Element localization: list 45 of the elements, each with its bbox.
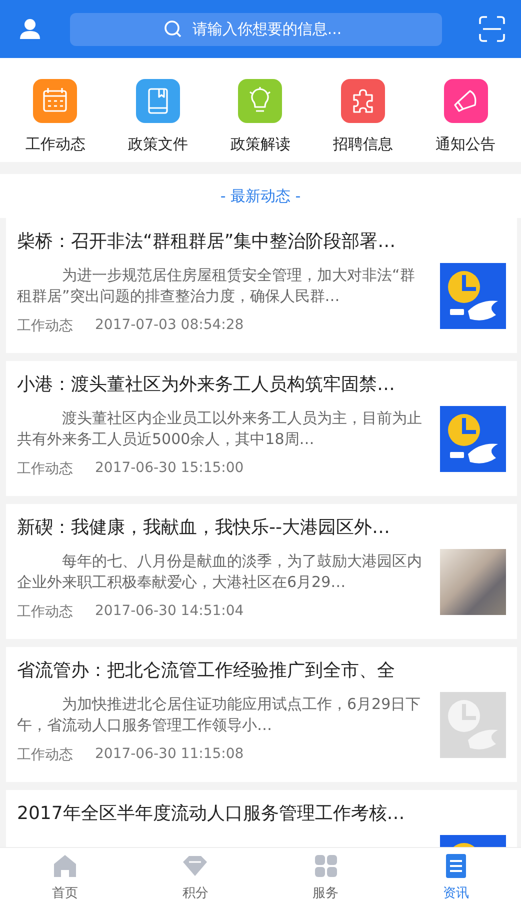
photo-placeholder	[440, 549, 506, 615]
logo-thumbnail	[440, 263, 506, 329]
scan-icon[interactable]	[479, 16, 505, 42]
news-time: 2017-06-30 15:15:00	[95, 460, 244, 478]
bulb-icon[interactable]	[238, 79, 282, 123]
search-icon	[164, 20, 182, 38]
book-icon[interactable]	[136, 79, 180, 123]
news-summary: 渡头董社区内企业员工以外来务工人员为主，目前为止共有外来务工人员近5000余人，其中18周…	[17, 408, 423, 450]
user-icon[interactable]	[19, 18, 41, 40]
news-category: 工作动态	[17, 460, 73, 478]
news-card[interactable]: 省流管办：把北仑流管工作经验推广到全市、全 为加快推进北仑居住证功能应用试点工作，6月29日下午，省流动人口服务管理工作领导小… 工作动态 2017-06-30 11:15:08	[6, 647, 517, 782]
news-summary: 为进一步规范居住房屋租赁安全管理，加大对非法“群租群居”突出问题的排查整治力度，确保人民群…	[17, 265, 416, 307]
news-category: 工作动态	[17, 603, 73, 621]
news-title: 新碶：我健康，我献血，我快乐--大港园区外…	[17, 516, 391, 540]
logo-thumbnail	[440, 406, 506, 472]
news-category: 工作动态	[17, 746, 73, 764]
news-card[interactable]: 新碶：我健康，我献血，我快乐--大港园区外… 每年的七、八月份是献血的淡季，为了鼓励大港园区内企业外来职工积极奉献爱心，大港社区在6月29… 工作动态 2017-06-30 14:51:04	[6, 504, 517, 639]
search-field[interactable]: 请输入你想要的信息...	[70, 12, 442, 46]
tab-button[interactable]: 首页	[0, 848, 130, 906]
news-time: 2017-06-30 11:15:08	[95, 746, 244, 764]
news-category: 工作动态	[17, 317, 73, 335]
news-time: 2017-07-03 08:54:28	[95, 317, 244, 335]
news-title: 柴桥：召开非法“群租群居”集中整治阶段部署…	[17, 230, 397, 254]
news-card[interactable]: 小港：渡头董社区为外来务工人员构筑牢固禁… 渡头董社区内企业员工以外来务工人员为主，目前为止共有外来务工人员近5000余人，其中18周… 工作动态 2017-06-30 15:15:00	[6, 361, 517, 496]
category-label[interactable]: 通知公告	[436, 135, 496, 154]
tab-button[interactable]: 资讯	[390, 848, 521, 906]
category-label[interactable]: 招聘信息	[333, 135, 394, 154]
logo-thumbnail	[440, 692, 506, 758]
tab-button[interactable]: 积分	[130, 848, 260, 906]
calendar-icon[interactable]	[33, 79, 78, 123]
megaphone-icon[interactable]	[444, 79, 488, 123]
section-title: - 最新动态 -	[220, 186, 301, 206]
category-label[interactable]: 政策文件	[128, 135, 188, 154]
tab-button[interactable]: 服务	[260, 848, 391, 906]
news-card[interactable]: 柴桥：召开非法“群租群居”集中整治阶段部署… 为进一步规范居住房屋租赁安全管理，加大对非法“群租群居”突出问题的排查整治力度，确保人民群… 工作动态 2017-07-03 08:54:28	[6, 218, 517, 353]
news-title: 小港：渡头董社区为外来务工人员构筑牢固禁…	[17, 373, 396, 397]
news-time: 2017-06-30 14:51:04	[95, 603, 244, 621]
news-summary: 每年的七、八月份是献血的淡季，为了鼓励大港园区内企业外来职工积极奉献爱心，大港社区在6月29…	[17, 551, 423, 593]
news-card[interactable]: 2017年全区半年度流动人口服务管理工作考核…	[6, 790, 517, 847]
news-title: 2017年全区半年度流动人口服务管理工作考核…	[17, 802, 406, 826]
category-label[interactable]: 工作动态	[25, 135, 86, 154]
puzzle-icon[interactable]	[341, 79, 386, 123]
news-summary: 为加快推进北仑居住证功能应用试点工作，6月29日下午，省流动人口服务管理工作领导小…	[17, 694, 422, 736]
category-label[interactable]: 政策解读	[230, 135, 290, 154]
news-title: 省流管办：把北仑流管工作经验推广到全市、全	[17, 659, 396, 683]
